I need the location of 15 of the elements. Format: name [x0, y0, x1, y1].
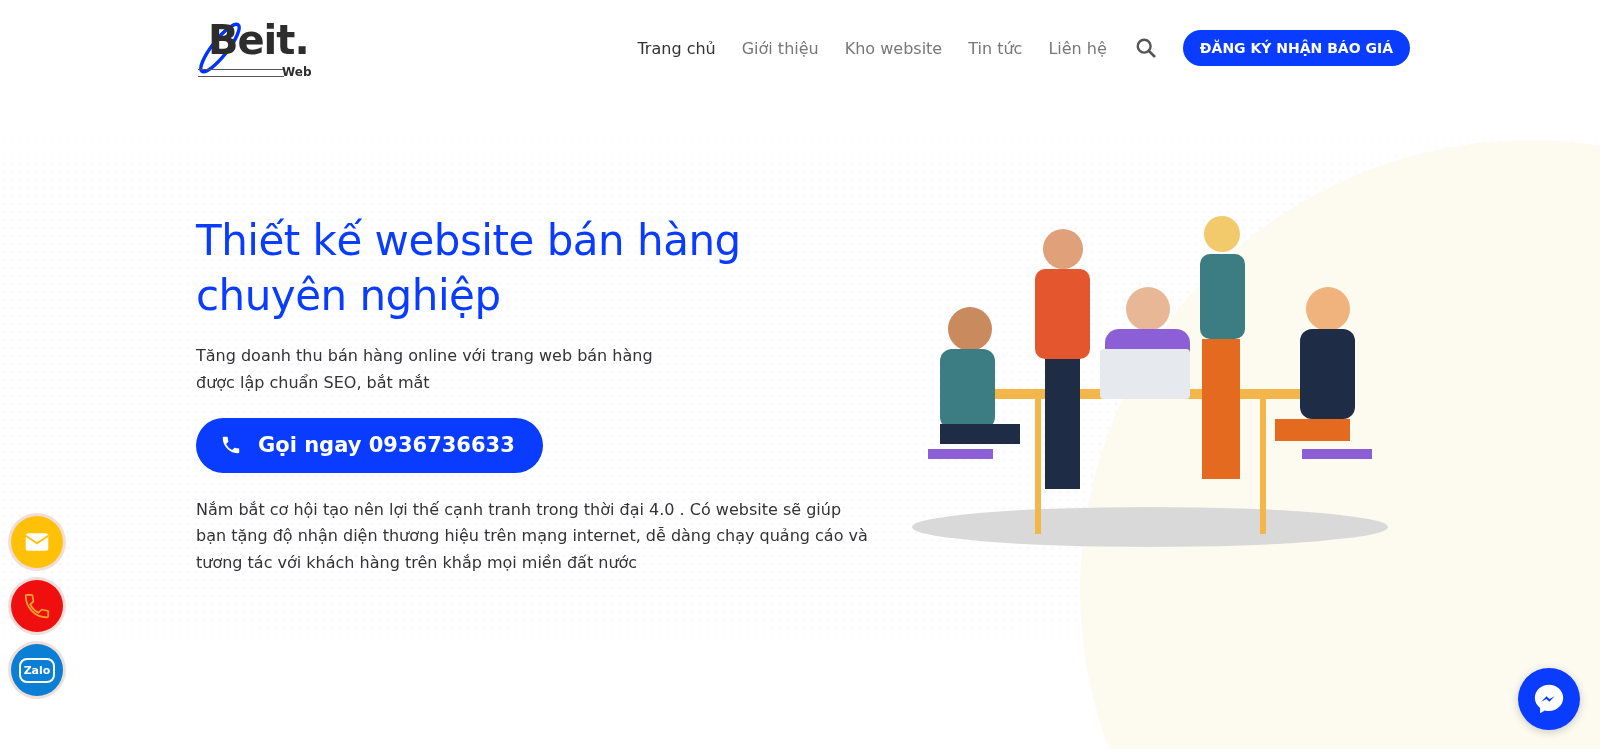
hero-description: Nắm bắt cơ hội tạo nên lợi thế cạnh tranh trong thời đại 4.0 . Có website sẽ giúp bạn tặng độ nhận diện thương hiệu trên mạng internet, dễ dàng chạy quảng cáo và tương tác với khách hàng trên khắp mọi miền đất nước — [196, 498, 869, 574]
nav-link[interactable]: Liên hệ — [1048, 38, 1107, 58]
phone-icon — [22, 591, 52, 621]
nav-link[interactable]: Trang chủ — [637, 38, 716, 58]
hero-title: Thiết kế website bán hàng chuyên nghiệp — [196, 215, 742, 322]
nav-link[interactable]: Giới thiệu — [741, 38, 819, 58]
zalo-button[interactable]: Zalo — [11, 644, 63, 696]
call-button[interactable]: Gọi ngay 0936736633 — [196, 417, 543, 473]
nav-link[interactable]: Tin tức — [968, 38, 1023, 58]
chat-bubble-icon — [1532, 682, 1566, 716]
quote-request-button[interactable]: ĐĂNG KÝ NHẬN BÁO GIÁ — [1182, 30, 1410, 66]
hero-subtitle: Tăng doanh thu bán hàng online với trang web bán hàng được lập chuẩn SEO, bắt mắt — [196, 345, 654, 394]
nav-link[interactable]: Kho website — [844, 38, 943, 58]
phone-call-button[interactable] — [11, 580, 63, 632]
search-icon[interactable] — [1134, 37, 1157, 59]
